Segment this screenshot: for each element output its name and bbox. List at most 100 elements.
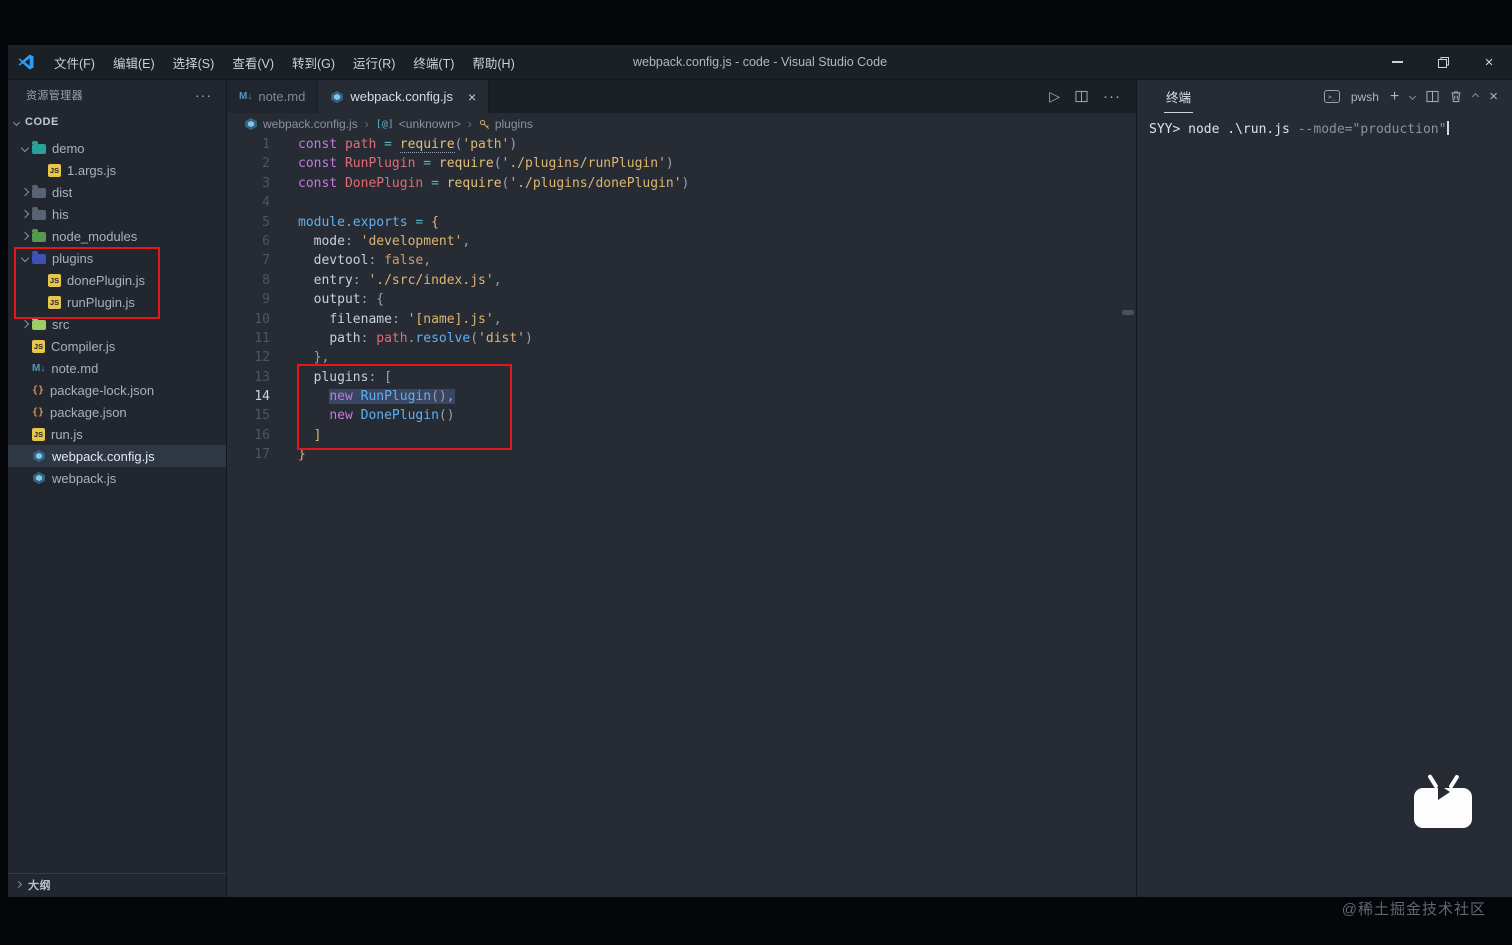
split-terminal-icon xyxy=(1426,90,1439,103)
more-editor-actions-icon[interactable]: ··· xyxy=(1103,88,1121,105)
code-line-5[interactable]: 5 module.exports = { xyxy=(227,213,1136,232)
javascript-file-icon: JS xyxy=(48,163,61,177)
javascript-file-icon: JS xyxy=(32,339,45,353)
split-terminal-button[interactable] xyxy=(1426,90,1439,103)
menu-item-0[interactable]: 文件(F) xyxy=(45,45,104,79)
terminal-command: node .\run.js xyxy=(1180,122,1298,137)
line-number: 7 xyxy=(262,253,270,269)
tab-label: note.md xyxy=(258,89,306,104)
restore-button[interactable] xyxy=(1420,45,1466,79)
tree-item-demo[interactable]: demo xyxy=(8,137,226,159)
code-text: const path = require('path') xyxy=(298,137,518,153)
trash-icon xyxy=(1451,91,1461,103)
terminal-cursor xyxy=(1447,121,1449,135)
webpack-icon xyxy=(331,90,344,103)
code-line-1[interactable]: 1 const path = require('path') xyxy=(227,135,1136,154)
code-text: filename: '[name].js', xyxy=(329,311,502,327)
chevron-slot xyxy=(18,143,32,153)
webpack-icon xyxy=(33,471,45,485)
new-terminal-button[interactable]: + xyxy=(1390,88,1399,106)
tree-item-1.args.js[interactable]: JS 1.args.js xyxy=(8,159,226,181)
tv-logo-icon xyxy=(1414,772,1472,828)
tree-item-dist[interactable]: dist xyxy=(8,181,226,203)
breadcrumb-item-1[interactable]: [@] <unknown> xyxy=(376,117,461,131)
tree-item-note.md[interactable]: M↓ note.md xyxy=(8,357,226,379)
minimize-icon xyxy=(1391,61,1403,63)
menu-item-3[interactable]: 查看(V) xyxy=(223,45,283,79)
outline-section[interactable]: 大纲 xyxy=(8,873,226,895)
minimize-button[interactable] xyxy=(1374,45,1420,79)
run-button[interactable]: ▷ xyxy=(1049,88,1060,105)
outline-label: 大纲 xyxy=(28,879,51,892)
tab-webpack.config.js[interactable]: webpack.config.js × xyxy=(318,80,490,113)
json-file-icon: {} xyxy=(32,384,45,396)
code-editor[interactable]: 1 const path = require('path') 2 const RunP… xyxy=(227,135,1136,897)
tree-item-package-lock.json[interactable]: {} package-lock.json xyxy=(8,379,226,401)
tree-item-node_modules[interactable]: node_modules xyxy=(8,225,226,247)
explorer-header: 资源管理器 ··· xyxy=(8,80,226,110)
markdown-file-icon: M↓ xyxy=(239,91,253,102)
section-code[interactable]: CODE xyxy=(8,110,226,134)
close-window-button[interactable]: × xyxy=(1466,45,1512,79)
kill-terminal-button[interactable] xyxy=(1450,90,1462,103)
code-line-11[interactable]: 11 path: path.resolve('dist') xyxy=(227,329,1136,348)
code-line-4[interactable]: 4 xyxy=(227,193,1136,212)
split-editor-icon xyxy=(1075,90,1088,103)
line-number: 16 xyxy=(254,427,270,443)
file-name: node_modules xyxy=(52,228,138,244)
chevron-right-icon xyxy=(20,231,30,241)
code-text: entry: './src/index.js', xyxy=(313,272,502,288)
split-editor-button[interactable] xyxy=(1075,90,1088,103)
shell-icon: >_ xyxy=(1323,90,1340,103)
folder-icon xyxy=(32,229,46,242)
terminal-body[interactable]: SYY> node .\run.js --mode="production" xyxy=(1137,113,1512,139)
chevron-slot xyxy=(18,319,32,329)
file-name: package.json xyxy=(50,404,127,420)
more-actions-icon[interactable]: ··· xyxy=(195,87,212,103)
code-line-7[interactable]: 7 devtool: false, xyxy=(227,251,1136,270)
tree-item-package.json[interactable]: {} package.json xyxy=(8,401,226,423)
chevron-down-icon[interactable] xyxy=(1409,92,1417,101)
code-text: module.exports = { xyxy=(298,214,439,230)
tree-item-his[interactable]: his xyxy=(8,203,226,225)
terminal-args: --mode="production" xyxy=(1297,122,1447,137)
folder-icon xyxy=(32,141,46,154)
key-icon xyxy=(479,119,489,129)
menu-item-4[interactable]: 转到(G) xyxy=(283,45,344,79)
breadcrumb-item-2[interactable]: plugins xyxy=(479,117,533,131)
line-number: 11 xyxy=(254,330,270,346)
tree-item-webpack.config.js[interactable]: webpack.config.js xyxy=(8,445,226,467)
explorer-title: 资源管理器 xyxy=(26,90,83,102)
close-tab-icon[interactable]: × xyxy=(468,89,476,105)
vscode-window: 文件(F) 编辑(E) 选择(S) 查看(V) 转到(G) 运行(R) 终端(T) 帮助(H)… xyxy=(8,45,1512,897)
tree-item-run.js[interactable]: JS run.js xyxy=(8,423,226,445)
code-line-8[interactable]: 8 entry: './src/index.js', xyxy=(227,271,1136,290)
tab-note.md[interactable]: M↓ note.md xyxy=(227,80,319,113)
tree-item-webpack.js[interactable]: webpack.js xyxy=(8,467,226,489)
line-number: 5 xyxy=(262,214,270,230)
code-line-6[interactable]: 6 mode: 'development', xyxy=(227,232,1136,251)
webpack-icon xyxy=(33,449,45,463)
tv-antenna-left xyxy=(1427,774,1439,789)
menu-item-5[interactable]: 运行(R) xyxy=(344,45,404,79)
menu-item-7[interactable]: 帮助(H) xyxy=(463,45,523,79)
tree-item-Compiler.js[interactable]: JS Compiler.js xyxy=(8,335,226,357)
line-number: 1 xyxy=(262,137,270,152)
breadcrumb-item-0[interactable]: webpack.config.js xyxy=(244,117,358,131)
menu-item-2[interactable]: 选择(S) xyxy=(164,45,224,79)
menu-item-6[interactable]: 终端(T) xyxy=(404,45,463,79)
code-line-9[interactable]: 9 output: { xyxy=(227,290,1136,309)
terminal-title[interactable]: 终端 xyxy=(1164,80,1194,113)
shell-name[interactable]: pwsh xyxy=(1351,90,1379,104)
menu-item-1[interactable]: 编辑(E) xyxy=(104,45,164,79)
code-line-3[interactable]: 3 const DonePlugin = require('./plugins/d… xyxy=(227,174,1136,193)
titlebar: 文件(F) 编辑(E) 选择(S) 查看(V) 转到(G) 运行(R) 终端(T) 帮助(H)… xyxy=(8,45,1512,80)
file-name: demo xyxy=(52,140,85,156)
scrollbar-thumb[interactable] xyxy=(1122,310,1134,315)
explorer-sidebar: 资源管理器 ··· CODE demo JS 1.args.js dist his nod… xyxy=(8,80,227,897)
chevron-up-icon[interactable] xyxy=(1472,92,1480,101)
code-line-2[interactable]: 2 const RunPlugin = require('./plugins/ru… xyxy=(227,154,1136,173)
screen: 文件(F) 编辑(E) 选择(S) 查看(V) 转到(G) 运行(R) 终端(T) 帮助(H)… xyxy=(0,0,1512,945)
code-line-10[interactable]: 10 filename: '[name].js', xyxy=(227,310,1136,329)
close-panel-button[interactable]: × xyxy=(1489,88,1498,105)
